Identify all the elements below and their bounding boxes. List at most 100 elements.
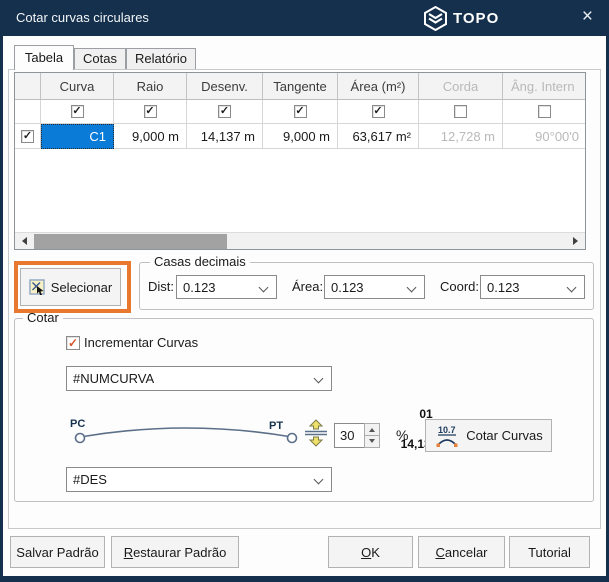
filter-cell: [503, 100, 586, 124]
filter-cell: [419, 100, 503, 124]
select-cells-icon: [29, 279, 46, 296]
filter-cell-select: [15, 100, 41, 124]
filter-cell: ✓: [338, 100, 419, 124]
cell-curva-selected[interactable]: C1: [41, 124, 114, 149]
window-border: [0, 0, 3, 582]
raio-column-checkbox[interactable]: ✓: [144, 105, 157, 118]
tab-tabela[interactable]: Tabela: [14, 45, 74, 70]
filter-cell: ✓: [187, 100, 263, 124]
spin-up-icon[interactable]: [364, 423, 380, 436]
curve-preview: PC PT 01 14,138 m: [66, 405, 306, 459]
scrollbar-thumb[interactable]: [34, 234, 227, 249]
numcurva-value: #NUMCURVA: [73, 371, 154, 386]
area-select[interactable]: 0.123: [324, 275, 425, 299]
dialog-cotar-curvas: Cotar curvas circulares TOPO × Tabela Co…: [0, 0, 609, 582]
tangente-column-checkbox[interactable]: ✓: [294, 105, 307, 118]
chevron-down-icon: [259, 283, 269, 293]
window-border: [0, 576, 609, 582]
pc-label: PC: [70, 418, 85, 430]
col-header-area[interactable]: Área (m²): [338, 73, 419, 100]
percent-input[interactable]: [334, 423, 364, 448]
ok-button[interactable]: OK: [328, 536, 413, 568]
casas-decimais-legend: Casas decimais: [150, 254, 250, 269]
percent-symbol: %: [396, 427, 408, 443]
table-row: ✓ C1 9,000 m 14,137 m 9,000 m 63,617 m² …: [15, 124, 585, 149]
spin-down-icon[interactable]: [364, 436, 380, 448]
window-title: Cotar curvas circulares: [16, 0, 149, 36]
filter-cell: ✓: [114, 100, 187, 124]
chevron-down-icon: [314, 475, 324, 485]
column-filter-row: ✓ ✓ ✓ ✓ ✓: [15, 100, 585, 124]
tab-cotas[interactable]: Cotas: [74, 48, 126, 69]
col-header-ang-interno[interactable]: Âng. Intern: [503, 73, 586, 100]
pt-label: PT: [269, 420, 283, 432]
area-label: Área:: [292, 279, 323, 294]
brand: TOPO: [424, 0, 499, 36]
titlebar: Cotar curvas circulares TOPO ×: [0, 0, 609, 36]
row-select-cell: ✓: [15, 124, 41, 149]
percent-spinner: [334, 423, 380, 448]
cotar-group: Cotar ✓ Incrementar Curvas #NUMCURVA PC …: [14, 318, 594, 502]
chevron-down-icon: [407, 283, 417, 293]
salvar-padrao-button[interactable]: Salvar Padrão: [10, 536, 105, 568]
tutorial-button[interactable]: Tutorial: [509, 536, 590, 568]
corda-column-checkbox[interactable]: [454, 105, 467, 118]
vertical-offset-icon: [303, 417, 329, 449]
table-header-row: Curva Raio Desenv. Tangente Área (m²) Co…: [15, 73, 585, 100]
brand-text: TOPO: [453, 10, 499, 27]
col-header-curva[interactable]: Curva: [41, 73, 114, 100]
selecionar-button[interactable]: Selecionar: [20, 268, 121, 306]
tutorial-label: Tutorial: [528, 545, 571, 560]
cotar-curvas-label: Cotar Curvas: [466, 428, 543, 443]
area-column-checkbox[interactable]: ✓: [372, 105, 385, 118]
incrementar-curvas-label: Incrementar Curvas: [84, 335, 198, 350]
ang-column-checkbox[interactable]: [538, 105, 551, 118]
casas-decimais-group: Casas decimais Dist: 0.123 Área: 0.123 C…: [139, 262, 594, 310]
dist-select[interactable]: 0.123: [176, 275, 277, 299]
des-select[interactable]: #DES: [66, 467, 332, 492]
salvar-padrao-label: Salvar Padrão: [16, 545, 98, 560]
curves-table: Curva Raio Desenv. Tangente Área (m²) Co…: [14, 72, 586, 250]
coord-select[interactable]: 0.123: [480, 275, 585, 299]
des-value: #DES: [73, 472, 107, 487]
area-value: 0.123: [331, 280, 364, 295]
col-header-tangente[interactable]: Tangente: [263, 73, 338, 100]
restaurar-padrao-button[interactable]: Restaurar Padrão: [111, 536, 239, 568]
cell-desenv[interactable]: 14,137 m: [187, 124, 263, 149]
chevron-down-icon: [567, 283, 577, 293]
col-header-raio[interactable]: Raio: [114, 73, 187, 100]
desenv-column-checkbox[interactable]: ✓: [218, 105, 231, 118]
cancelar-button[interactable]: Cancelar: [418, 536, 505, 568]
chevron-down-icon: [314, 374, 324, 384]
dist-value: 0.123: [183, 280, 216, 295]
table-horizontal-scrollbar[interactable]: [15, 232, 585, 249]
col-header-select: [15, 73, 41, 100]
numcurva-select[interactable]: #NUMCURVA: [66, 366, 332, 391]
incrementar-curvas-checkbox[interactable]: ✓: [66, 336, 80, 350]
col-header-desenv[interactable]: Desenv.: [187, 73, 263, 100]
cell-area[interactable]: 63,617 m²: [338, 124, 419, 149]
dist-label: Dist:: [148, 279, 174, 294]
row-checkbox[interactable]: ✓: [21, 130, 34, 143]
col-header-corda[interactable]: Corda: [419, 73, 503, 100]
cell-ang-interno[interactable]: 90°00'0: [503, 124, 586, 149]
curva-column-checkbox[interactable]: ✓: [71, 105, 84, 118]
annotation-highlight-box: Selecionar: [14, 261, 131, 313]
coord-value: 0.123: [487, 280, 520, 295]
selecionar-label: Selecionar: [51, 280, 112, 295]
filter-cell: ✓: [263, 100, 338, 124]
topo-logo-icon: [424, 6, 447, 31]
curve-arc-icon: [66, 405, 306, 459]
dimension-curve-icon: 10.7: [434, 424, 460, 448]
svg-text:10.7: 10.7: [438, 425, 456, 435]
cotar-curvas-button[interactable]: 10.7 Cotar Curvas: [425, 419, 552, 452]
cell-corda[interactable]: 12,728 m: [419, 124, 503, 149]
scroll-right-icon[interactable]: [568, 233, 585, 250]
cell-raio[interactable]: 9,000 m: [114, 124, 187, 149]
scroll-left-icon[interactable]: [15, 233, 32, 250]
scrollbar-track[interactable]: [32, 233, 568, 250]
coord-label: Coord:: [440, 279, 479, 294]
close-icon[interactable]: ×: [582, 0, 593, 34]
tab-relatorio[interactable]: Relatório: [126, 48, 196, 69]
cell-tangente[interactable]: 9,000 m: [263, 124, 338, 149]
